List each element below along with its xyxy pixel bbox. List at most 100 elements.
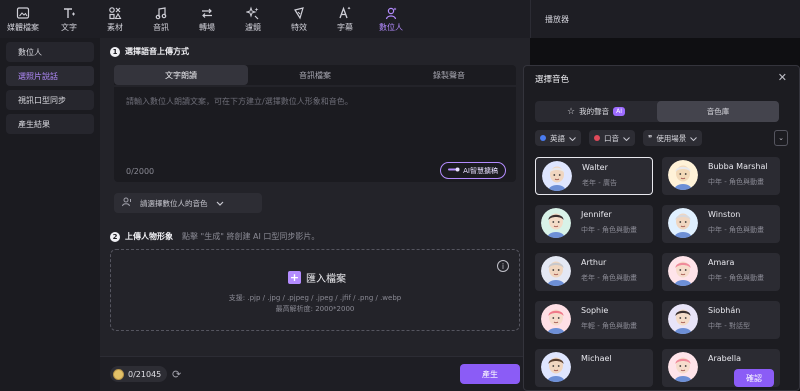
- top-toolbar: 媒體檔案 文字 素材 音訊 轉場 濾鏡 特效 字幕 數位人: [0, 0, 530, 38]
- voice-card[interactable]: Siobhán 中年 - 對話型: [662, 301, 780, 339]
- dialog-tab[interactable]: ☆ 我的聲音 AI: [535, 101, 657, 122]
- filter-dropdown[interactable]: 英語: [535, 130, 581, 146]
- toolbar-label: 媒體檔案: [7, 22, 39, 32]
- toolbar-label: 數位人: [379, 22, 403, 32]
- digital-human-icon: [384, 6, 398, 20]
- plus-icon: +: [288, 271, 301, 284]
- chevron-down-icon: [623, 134, 630, 143]
- voice-source-tab[interactable]: 文字朗讀: [114, 65, 248, 85]
- import-file-button[interactable]: + 匯入檔案: [288, 270, 346, 285]
- voice-name: Bubba Marshal: [708, 162, 768, 171]
- voice-description: 中年 - 角色與動畫: [708, 274, 764, 282]
- generate-button[interactable]: 產生: [460, 364, 520, 384]
- close-icon[interactable]: ✕: [778, 71, 787, 84]
- voice-source-tab[interactable]: 錄製聲音: [382, 65, 516, 85]
- player-header: 播放器: [530, 0, 800, 38]
- voice-name: Arabella: [708, 354, 742, 363]
- voice-name: Walter: [582, 163, 608, 172]
- toolbar-digital-human[interactable]: 數位人: [368, 0, 414, 38]
- sidebar-item[interactable]: 數位人: [6, 42, 94, 62]
- avatar: [541, 256, 571, 286]
- refresh-icon[interactable]: ⟳: [172, 368, 181, 381]
- step1-title-text: 選擇語音上傳方式: [125, 47, 189, 56]
- voice-description: 老年 - 廣告: [582, 179, 617, 187]
- toolbar-transition[interactable]: 轉場: [184, 0, 230, 38]
- voice-card[interactable]: Walter 老年 - 廣告: [535, 157, 653, 195]
- voice-name: Amara: [708, 258, 735, 267]
- globe-icon: [540, 135, 546, 141]
- dialog-tab-label: 我的聲音: [579, 107, 610, 116]
- voice-card[interactable]: Jennifer 中年 - 角色與動畫: [535, 205, 653, 243]
- step2-title-text: 上傳人物形象: [125, 232, 173, 241]
- toolbar-media[interactable]: 媒體檔案: [0, 0, 46, 38]
- avatar: [668, 256, 698, 286]
- toolbar-label: 轉場: [199, 22, 215, 32]
- coin-icon: [113, 368, 124, 380]
- step2-number: 2: [110, 231, 120, 242]
- sidebar-item[interactable]: 產生結果: [6, 114, 94, 134]
- upload-dropzone[interactable]: + 匯入檔案 支援: .pjp / .jpg / .pjpeg / .jpeg …: [110, 249, 520, 331]
- toolbar-effects[interactable]: 特效: [276, 0, 322, 38]
- voice-card[interactable]: Sophie 年輕 - 角色與動畫: [535, 301, 653, 339]
- voice-name: Arthur: [581, 258, 607, 267]
- supported-formats: 支援: .pjp / .jpg / .pjpeg / .jpeg / .jfif…: [228, 294, 402, 302]
- toolbar-elements[interactable]: 素材: [92, 0, 138, 38]
- voice-select-label: 請選擇數位人的音色: [140, 198, 208, 208]
- effects-icon: [292, 6, 306, 20]
- magic-wand-icon: [448, 166, 460, 175]
- dialog-tabs: ☆ 我的聲音 AI 音色庫: [535, 101, 779, 122]
- voice-name: Sophie: [581, 306, 609, 315]
- confirm-button[interactable]: 確認: [734, 369, 774, 387]
- dialog-tab[interactable]: 音色庫: [657, 101, 779, 122]
- player-title: 播放器: [545, 15, 569, 24]
- accent-icon: [594, 135, 600, 141]
- toolbar-audio[interactable]: 音訊: [138, 0, 184, 38]
- toolbar-subtitle[interactable]: 字幕: [322, 0, 368, 38]
- script-textarea[interactable]: 請輸入數位人朗讀文案，可在下方建立/選擇數位人形象和音色。 0/2000 AI智…: [114, 87, 516, 182]
- voice-name: Michael: [581, 354, 612, 363]
- info-icon[interactable]: i: [497, 260, 509, 272]
- toolbar-label: 素材: [107, 22, 123, 32]
- voice-source-tabs: 文字朗讀 音訊檔案 錄製聲音: [114, 65, 516, 85]
- dialog-title: 選擇音色: [535, 75, 570, 85]
- media-icon: [16, 6, 30, 20]
- avatar: [668, 352, 698, 382]
- filter-dropdown[interactable]: 口音: [589, 130, 635, 146]
- voice-description: 中年 - 對話型: [708, 322, 750, 330]
- avatar: [668, 208, 698, 238]
- voice-card[interactable]: Winston 中年 - 角色與動畫: [662, 205, 780, 243]
- person-voice-icon: [122, 197, 132, 209]
- chevron-down-icon: [216, 199, 224, 208]
- voice-name: Jennifer: [581, 210, 612, 219]
- toolbar-label: 特效: [291, 22, 307, 32]
- credits-value: 0/21045: [128, 369, 162, 379]
- ai-expand-button[interactable]: AI智慧擴稿: [440, 162, 506, 179]
- voice-select-dropdown[interactable]: 請選擇數位人的音色: [114, 193, 262, 213]
- avatar: [668, 304, 698, 334]
- voice-card[interactable]: Arthur 老年 - 角色與動畫: [535, 253, 653, 291]
- toolbar-label: 濾鏡: [245, 22, 261, 32]
- ai-expand-label: AI智慧擴稿: [463, 166, 498, 175]
- voice-source-tab[interactable]: 音訊檔案: [248, 65, 382, 85]
- credits-badge: 0/21045: [110, 366, 168, 382]
- voice-card[interactable]: Michael: [535, 349, 653, 387]
- filter-dropdown[interactable]: ❞ 使用場景: [643, 130, 703, 146]
- script-placeholder: 請輸入數位人朗讀文案，可在下方建立/選擇數位人形象和音色。: [126, 97, 353, 106]
- sidebar-item[interactable]: 選照片說話: [6, 66, 94, 86]
- sidebar-item[interactable]: 視訊口型同步: [6, 90, 94, 110]
- toolbar-label: 音訊: [153, 22, 169, 32]
- voice-description: 中年 - 角色與動畫: [708, 226, 764, 234]
- voice-card[interactable]: Amara 中年 - 角色與動畫: [662, 253, 780, 291]
- audio-icon: [154, 6, 168, 20]
- step1-title: 1 選擇語音上傳方式: [110, 46, 189, 57]
- sidebar: 數位人選照片說話視訊口型同步 產生結果: [0, 38, 100, 391]
- toolbar-text[interactable]: 文字: [46, 0, 92, 38]
- step2-hint: 點擊 "生成" 將創建 AI 口型同步影片。: [182, 232, 320, 241]
- voice-card[interactable]: Bubba Marshal 中年 - 角色與動畫: [662, 157, 780, 195]
- toolbar-filter[interactable]: 濾鏡: [230, 0, 276, 38]
- chevron-down-icon: [690, 134, 698, 143]
- star-icon: ☆: [567, 106, 576, 117]
- voice-name: Winston: [708, 210, 741, 219]
- chevron-down-icon[interactable]: ⌄: [774, 130, 788, 146]
- avatar: [541, 352, 571, 382]
